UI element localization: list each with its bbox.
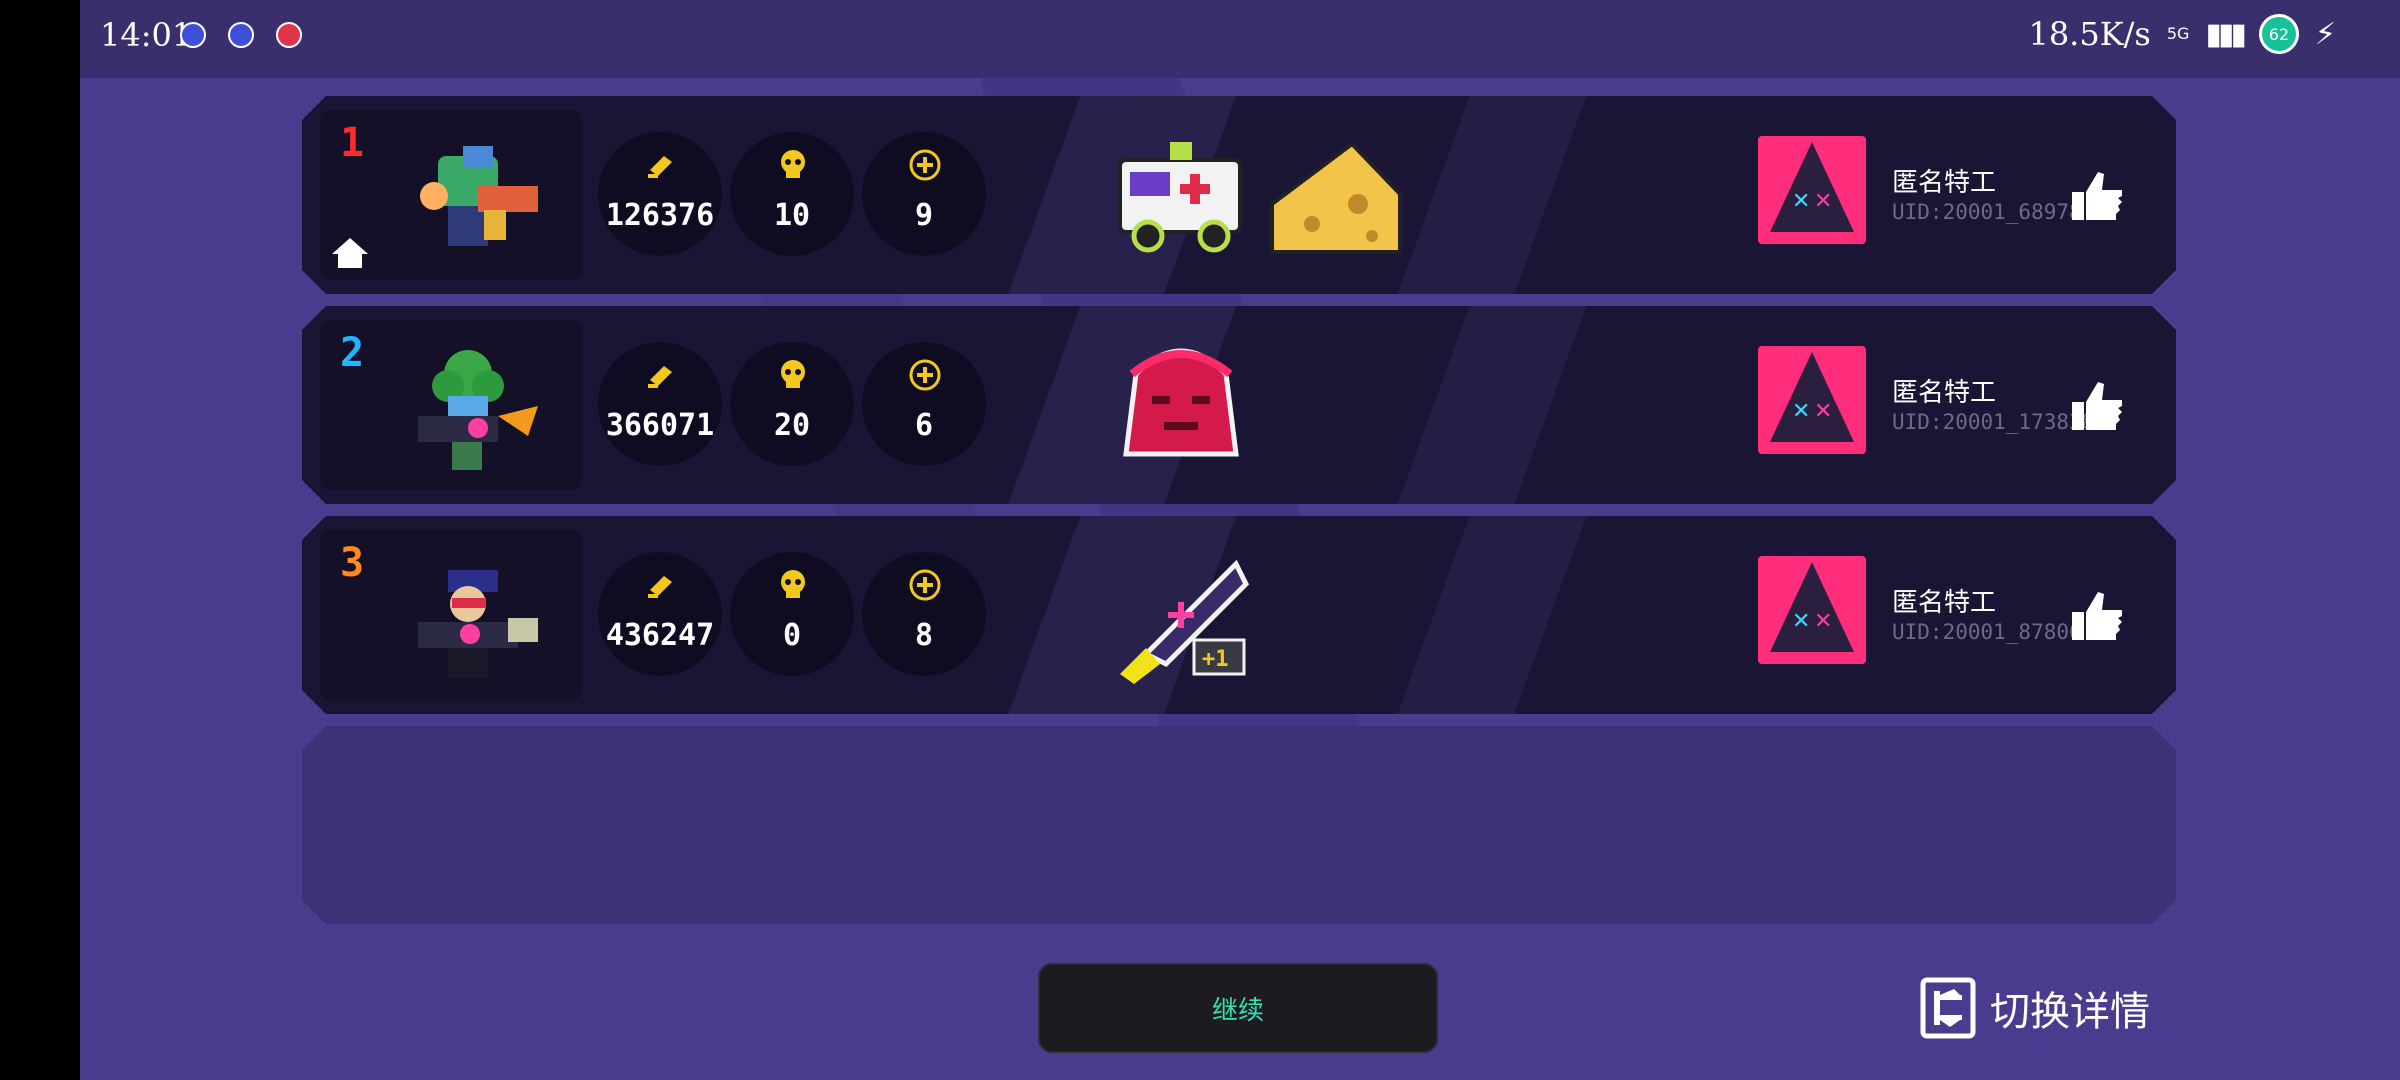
empty-player-slot xyxy=(302,726,2176,924)
heals-value: 6 xyxy=(914,408,934,443)
rank-number: 3 xyxy=(340,540,365,586)
plus-circle-icon xyxy=(908,358,942,392)
switch-details-icon xyxy=(1920,977,1976,1039)
switch-details-button[interactable]: 切换详情 xyxy=(1920,973,2150,1043)
app-notification-icon xyxy=(276,22,302,48)
battery-icon: 62 xyxy=(2258,14,2299,54)
svg-text:✕: ✕ xyxy=(1792,189,1810,214)
kills-stat: 10 xyxy=(730,132,854,256)
hooded-avatar-icon: ✕ ✕ xyxy=(1758,136,1866,244)
switch-details-label: 切换详情 xyxy=(1990,989,2150,1035)
coins-stat: 126376 xyxy=(598,132,722,256)
ambulance-item-icon[interactable] xyxy=(1106,124,1256,266)
svg-text:✕: ✕ xyxy=(1814,399,1832,424)
player-row-1: 1 126376 10 9 ✕ ✕ 匿名特工 UID:20001_68978 xyxy=(302,96,2176,294)
rank-number: 2 xyxy=(340,330,365,376)
coins-value: 366071 xyxy=(605,408,715,443)
telegram-icon xyxy=(180,22,206,48)
player-uid: UID:20001_68978 xyxy=(1892,200,2082,224)
skull-icon xyxy=(776,358,810,392)
chat-icon xyxy=(228,22,254,48)
player-row-3: 3 436247 0 8 +1 ✕ ✕ 匿名特工 UID:20001_87806 xyxy=(302,516,2176,714)
charging-icon: ⚡ xyxy=(2314,16,2336,52)
network-type: 5G xyxy=(2166,24,2190,43)
game-screen: 14:01 18.5K/s 5G ▮▮▮ 62 ⚡ 1 126376 10 9 … xyxy=(80,0,2400,1080)
status-right: 18.5K/s 5G ▮▮▮ 62 ⚡ xyxy=(2028,14,2336,54)
kills-value: 0 xyxy=(782,618,802,653)
thumbs-up-icon[interactable] xyxy=(2068,376,2128,436)
rank-number: 1 xyxy=(340,120,365,166)
player-avatar[interactable]: ✕ ✕ xyxy=(1758,346,1866,454)
character-box: 3 xyxy=(320,530,582,700)
bullet-icon xyxy=(644,568,678,602)
skull-icon xyxy=(776,568,810,602)
plus-circle-icon xyxy=(908,568,942,602)
battery-level: 62 xyxy=(2268,24,2290,44)
bullet-icon xyxy=(644,358,678,392)
player-name: 匿名特工 xyxy=(1892,168,1997,198)
character-box: 2 xyxy=(320,320,582,490)
status-time: 14:01 xyxy=(100,16,193,54)
player-name: 匿名特工 xyxy=(1892,378,1997,408)
character-sprite xyxy=(408,346,548,474)
coins-value: 436247 xyxy=(605,618,715,653)
character-sprite xyxy=(408,556,548,684)
character-sprite xyxy=(408,136,548,264)
home-icon xyxy=(330,236,370,270)
character-box: 1 xyxy=(320,110,582,280)
status-notification-icons xyxy=(180,22,302,48)
demon-item-icon[interactable] xyxy=(1106,334,1256,476)
svg-text:✕: ✕ xyxy=(1792,609,1810,634)
heals-value: 8 xyxy=(914,618,934,653)
player-name: 匿名特工 xyxy=(1892,588,1997,618)
svg-text:✕: ✕ xyxy=(1792,399,1810,424)
kills-value: 10 xyxy=(773,198,811,233)
player-row-2: 2 366071 20 6 ✕ ✕ 匿名特工 UID:20001_173838 xyxy=(302,306,2176,504)
skull-icon xyxy=(776,148,810,182)
bullet-icon xyxy=(644,148,678,182)
continue-button[interactable]: 继续 xyxy=(1038,963,1438,1053)
svg-text:✕: ✕ xyxy=(1814,609,1832,634)
net-speed: 18.5K/s xyxy=(2028,15,2151,53)
player-uid: UID:20001_173838 xyxy=(1892,410,2095,434)
coins-value: 126376 xyxy=(605,198,715,233)
heals-stat: 9 xyxy=(862,132,986,256)
coins-stat: 366071 xyxy=(598,342,722,466)
thumbs-up-icon[interactable] xyxy=(2068,166,2128,226)
svg-text:✕: ✕ xyxy=(1814,189,1832,214)
kills-stat: 0 xyxy=(730,552,854,676)
hooded-avatar-icon: ✕ ✕ xyxy=(1758,556,1866,664)
heals-stat: 6 xyxy=(862,342,986,466)
player-uid: UID:20001_87806 xyxy=(1892,620,2082,644)
plus-circle-icon xyxy=(908,148,942,182)
hooded-avatar-icon: ✕ ✕ xyxy=(1758,346,1866,454)
thumbs-up-icon[interactable] xyxy=(2068,586,2128,646)
heals-stat: 8 xyxy=(862,552,986,676)
rocket-item-icon[interactable]: +1 xyxy=(1106,544,1256,686)
signal-icon: ▮▮▮ xyxy=(2205,16,2246,52)
kills-stat: 20 xyxy=(730,342,854,466)
heals-value: 9 xyxy=(914,198,934,233)
rocket-badge: +1 xyxy=(1202,647,1229,672)
player-avatar[interactable]: ✕ ✕ xyxy=(1758,136,1866,244)
cheese-item-icon[interactable] xyxy=(1262,124,1412,266)
coins-stat: 436247 xyxy=(598,552,722,676)
player-avatar[interactable]: ✕ ✕ xyxy=(1758,556,1866,664)
kills-value: 20 xyxy=(773,408,811,443)
status-bar: 14:01 18.5K/s 5G ▮▮▮ 62 ⚡ xyxy=(80,0,2400,78)
